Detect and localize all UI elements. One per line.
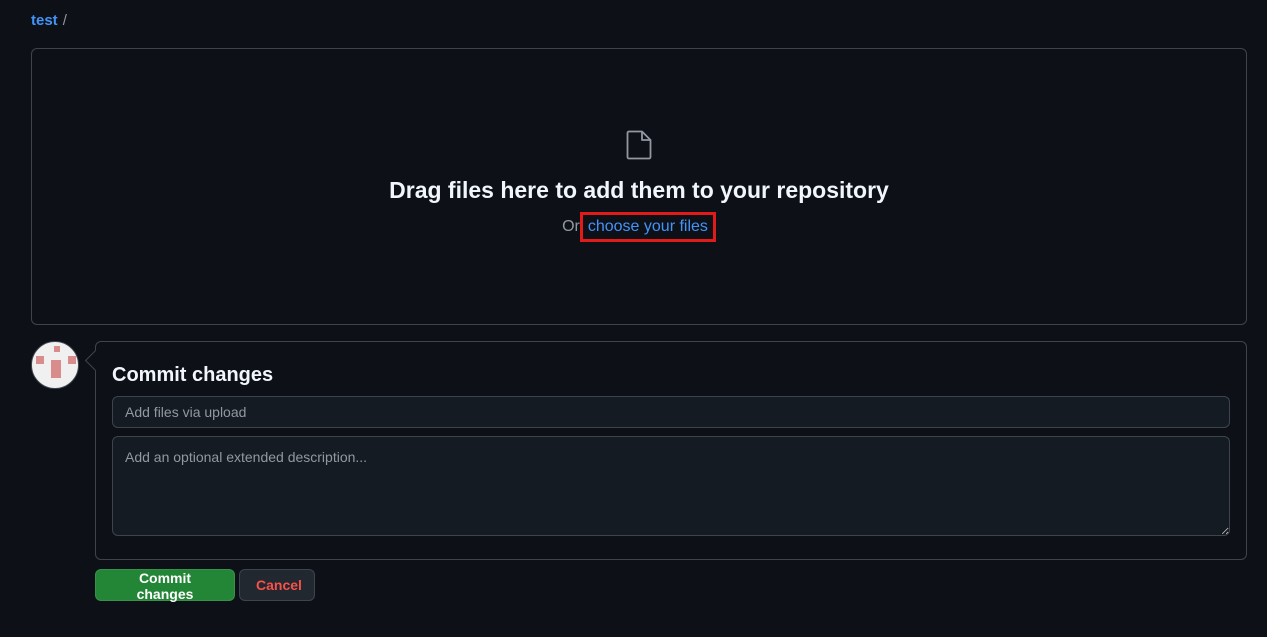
breadcrumb: test /	[31, 12, 67, 30]
cancel-button[interactable]: Cancel	[239, 569, 315, 601]
commit-changes-box: Commit changes	[95, 341, 1247, 560]
breadcrumb-separator: /	[62, 12, 67, 29]
choose-files-link[interactable]: choose your files	[579, 212, 716, 242]
avatar[interactable]	[31, 341, 79, 389]
file-dropzone[interactable]: Drag files here to add them to your repo…	[31, 48, 1247, 325]
commit-changes-button[interactable]: Commit changes	[95, 569, 235, 602]
commit-description-input[interactable]	[112, 436, 1230, 536]
breadcrumb-repo-link[interactable]: test	[31, 12, 58, 29]
dropzone-prefix: Or	[562, 218, 580, 235]
commit-title: Commit changes	[112, 364, 274, 386]
commit-summary-input[interactable]	[112, 396, 1230, 428]
dropzone-subtitle: Or choose your files	[32, 212, 1246, 242]
file-icon	[626, 130, 652, 160]
dropzone-title: Drag files here to add them to your repo…	[389, 177, 889, 203]
